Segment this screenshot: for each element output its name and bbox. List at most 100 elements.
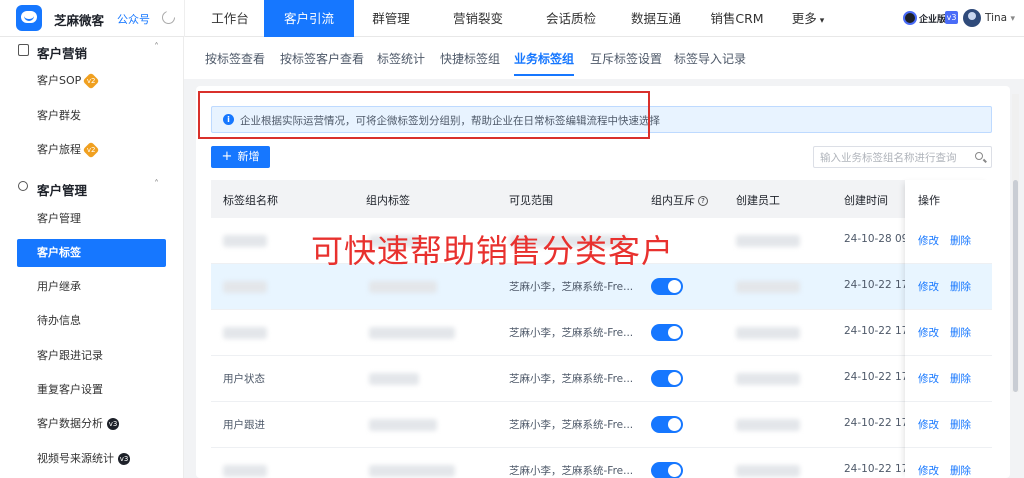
redacted-creator	[736, 419, 800, 431]
nav-item[interactable]: 客户引流	[264, 0, 354, 37]
add-button[interactable]: + 新增	[211, 146, 270, 168]
plus-icon: +	[221, 149, 233, 164]
redacted-name	[223, 281, 267, 293]
visible-scope: 芝麻小李，芝麻系统-Fre...	[509, 281, 634, 293]
sub-tab[interactable]: 业务标签组	[514, 50, 575, 76]
operations-cell: 修改 删除	[905, 310, 992, 356]
sidebar-item[interactable]: 客户数据分析 v3	[17, 410, 166, 438]
sidebar-item[interactable]: 用户继承	[17, 273, 166, 301]
mutex-toggle[interactable]	[651, 278, 683, 295]
edition-badge: 企业版 v3	[903, 10, 958, 26]
edit-link[interactable]: 修改	[918, 325, 939, 340]
sub-tab[interactable]: 按标签客户查看	[280, 50, 364, 67]
sidebar-item[interactable]: 待办信息	[17, 307, 166, 335]
sub-tab[interactable]: 快捷标签组	[440, 50, 500, 67]
sidebar-item[interactable]: 客户SOP v2	[17, 67, 166, 95]
nav-item-label: 更多	[791, 11, 817, 26]
table-row[interactable]: 用户状态 芝麻小李，芝麻系统-Fre... 24-10-22 17:1	[211, 356, 992, 402]
table-row[interactable]: 芝麻小李，芝麻系统-Fre... 24-10-22 17:1	[211, 448, 992, 478]
table-row[interactable]: 用户跟进 芝麻小李，芝麻系统-Fre... 24-10-22 17:1	[211, 402, 992, 448]
nav-item[interactable]: 销售CRM	[698, 0, 776, 37]
version-badge-icon: v3	[118, 453, 130, 465]
version-badge-text: v2	[86, 145, 96, 154]
sidebar-item[interactable]: 重复客户设置	[17, 376, 166, 404]
avatar[interactable]	[963, 9, 981, 27]
sidebar-item[interactable]: 客户管理	[17, 205, 166, 233]
sub-tab[interactable]: 按标签查看	[205, 50, 265, 67]
sidebar-group-customer-management[interactable]: 客户管理 ˄	[0, 177, 184, 199]
delete-link[interactable]: 删除	[950, 233, 971, 248]
delete-link[interactable]: 删除	[950, 417, 971, 432]
sidebar-item-label: 客户管理	[37, 212, 81, 225]
redacted-creator	[736, 235, 800, 247]
official-account-link[interactable]: 公众号	[117, 11, 150, 27]
edition-logo-icon	[903, 11, 917, 25]
username: Tina	[985, 12, 1008, 24]
mutex-toggle[interactable]	[651, 462, 683, 478]
sidebar-item[interactable]: 客户跟进记录	[17, 342, 166, 370]
nav-item[interactable]: 群管理	[354, 0, 428, 37]
mutex-toggle[interactable]	[651, 324, 683, 341]
delete-link[interactable]: 删除	[950, 279, 971, 294]
nav-item-label: 群管理	[372, 11, 410, 26]
sidebar-item[interactable]: 视频号来源统计 v3	[17, 445, 166, 473]
edit-link[interactable]: 修改	[918, 463, 939, 478]
redacted-tags	[369, 419, 437, 431]
sidebar-group-marketing[interactable]: 客户营销 ˄	[0, 40, 184, 62]
nav-item-label: 销售CRM	[710, 11, 764, 26]
sidebar-group-label: 客户管理	[37, 183, 88, 198]
edit-link[interactable]: 修改	[918, 371, 939, 386]
column-header: 创建时间	[844, 194, 888, 207]
mutex-toggle[interactable]	[651, 416, 683, 433]
nav-item[interactable]: 会话质检	[528, 0, 614, 37]
help-icon[interactable]: ?	[698, 196, 708, 206]
redacted-creator	[736, 281, 800, 293]
edit-link[interactable]: 修改	[918, 233, 939, 248]
sidebar-item[interactable]: 客户标签	[17, 239, 166, 267]
alert-text: 企业根据实际运营情况，可将企微标签划分组别，帮助企业在日常标签编辑流程中快速选择	[240, 115, 660, 127]
delete-link[interactable]: 删除	[950, 371, 971, 386]
nav-item-label: 客户引流	[283, 11, 334, 26]
column-header: 标签组名称	[223, 194, 278, 207]
version-badge-icon: v2	[82, 72, 100, 90]
search-icon[interactable]	[975, 152, 983, 160]
sub-tab[interactable]: 互斥标签设置	[590, 50, 662, 67]
search-box	[813, 146, 992, 168]
redacted-name	[223, 235, 267, 247]
visible-scope: 芝麻小李，芝麻系统-Fre...	[509, 373, 634, 385]
app-logo-icon[interactable]	[16, 5, 42, 31]
nav-item[interactable]: 工作台	[196, 0, 264, 37]
delete-link[interactable]: 删除	[950, 463, 971, 478]
user-menu[interactable]: Tina ▾	[985, 12, 1015, 24]
sidebar-group-label: 客户营销	[37, 46, 88, 61]
calendar-icon	[18, 44, 29, 56]
theme-toggle-icon[interactable]	[162, 9, 176, 24]
table-row[interactable]: 芝麻小李，芝麻系统-Fre... 24-10-22 17:1	[211, 310, 992, 356]
edit-link[interactable]: 修改	[918, 279, 939, 294]
sidebar-item[interactable]: 客户旅程 v2	[17, 136, 166, 164]
operations-cell: 修改 删除	[905, 218, 992, 264]
redacted-tags	[369, 373, 419, 385]
tag-group-name: 用户状态	[223, 373, 265, 385]
nav-item-label: 工作台	[211, 11, 249, 26]
edit-link[interactable]: 修改	[918, 417, 939, 432]
sidebar-item-label: 重复客户设置	[37, 383, 103, 396]
sub-tab[interactable]: 标签导入记录	[674, 50, 746, 67]
column-header: 可见范围	[509, 194, 553, 207]
sidebar-item-label: 客户跟进记录	[37, 349, 103, 362]
redacted-creator	[736, 465, 800, 477]
nav-item[interactable]: 营销裂变	[428, 0, 528, 37]
nav-item[interactable]: 更多 ▾	[776, 0, 840, 37]
sidebar-item-label: 客户旅程	[37, 143, 81, 156]
scrollbar-thumb[interactable]	[1013, 180, 1018, 392]
operations-cell: 修改 删除	[905, 448, 992, 478]
version-badge-text: v3	[119, 455, 129, 463]
sub-tab[interactable]: 标签统计	[377, 50, 425, 67]
delete-link[interactable]: 删除	[950, 325, 971, 340]
sidebar-item[interactable]: 客户群发	[17, 102, 166, 130]
redacted-name	[223, 327, 267, 339]
search-input[interactable]	[820, 150, 970, 165]
sidebar-item-label: 客户标签	[37, 246, 81, 259]
mutex-toggle[interactable]	[651, 370, 683, 387]
nav-item[interactable]: 数据互通	[614, 0, 698, 37]
